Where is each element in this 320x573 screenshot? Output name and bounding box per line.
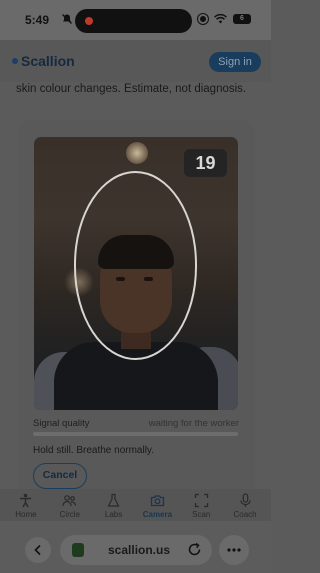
bell-muted-icon [62,14,72,24]
nav-label: Labs [104,510,123,519]
brand-dot-icon [12,58,18,64]
nav-label: Camera [142,510,173,519]
nav-label: Scan [192,510,211,519]
intro-text: skin colour changes. Estimate, not diagn… [16,82,261,97]
nav-label: Home [15,510,37,519]
recording-indicator-icon [85,17,93,25]
nav-item-camera[interactable]: Camera [135,493,179,519]
signal-quality-bar [33,432,238,436]
dynamic-island [75,9,192,33]
nav-item-home[interactable]: Home [4,493,48,519]
nav-label: Circle [59,510,80,519]
nav-item-circle[interactable]: Circle [48,493,92,519]
countdown-badge: 19 [184,149,227,177]
cancel-button[interactable]: Cancel [33,463,87,489]
url-text: scallion.us [108,543,171,557]
microphone-icon [239,493,251,507]
address-bar[interactable]: scallion.us [60,535,212,565]
bottom-nav: Home Circle Labs Camera Scan Coach [0,489,271,521]
brand-logo[interactable]: Scallion [21,53,75,69]
reload-icon[interactable] [187,542,202,557]
signal-quality-label: Signal quality [33,418,90,429]
more-options-button[interactable] [219,535,249,565]
camera-icon [150,495,165,507]
signal-status: waiting for the worker [148,418,239,429]
status-time: 5:49 [25,13,50,27]
people-icon [62,495,77,507]
wifi-icon [214,14,227,24]
nav-item-labs[interactable]: Labs [92,493,136,519]
flask-icon [107,493,120,507]
instruction-text: Hold still. Breathe normally. [33,445,154,456]
person-icon [20,493,32,508]
browser-toolbar: scallion.us [0,521,271,573]
ceiling-light [126,142,148,164]
face-guide-oval [74,171,197,360]
ellipsis-icon [227,548,241,552]
nav-label: Coach [233,510,257,519]
nav-item-coach[interactable]: Coach [223,493,267,519]
back-button[interactable] [25,537,51,563]
nav-item-scan[interactable]: Scan [179,493,223,519]
scan-frame-icon [194,493,208,508]
site-favicon-icon [72,543,84,557]
status-bar: 5:49 6 [0,0,271,40]
location-indicator-icon [198,14,208,24]
battery-icon: 6 [233,14,251,24]
sign-in-button[interactable]: Sign in [209,52,261,72]
intro-line: skin colour changes. Estimate, not diagn… [16,83,247,95]
chevron-left-icon [34,544,41,556]
